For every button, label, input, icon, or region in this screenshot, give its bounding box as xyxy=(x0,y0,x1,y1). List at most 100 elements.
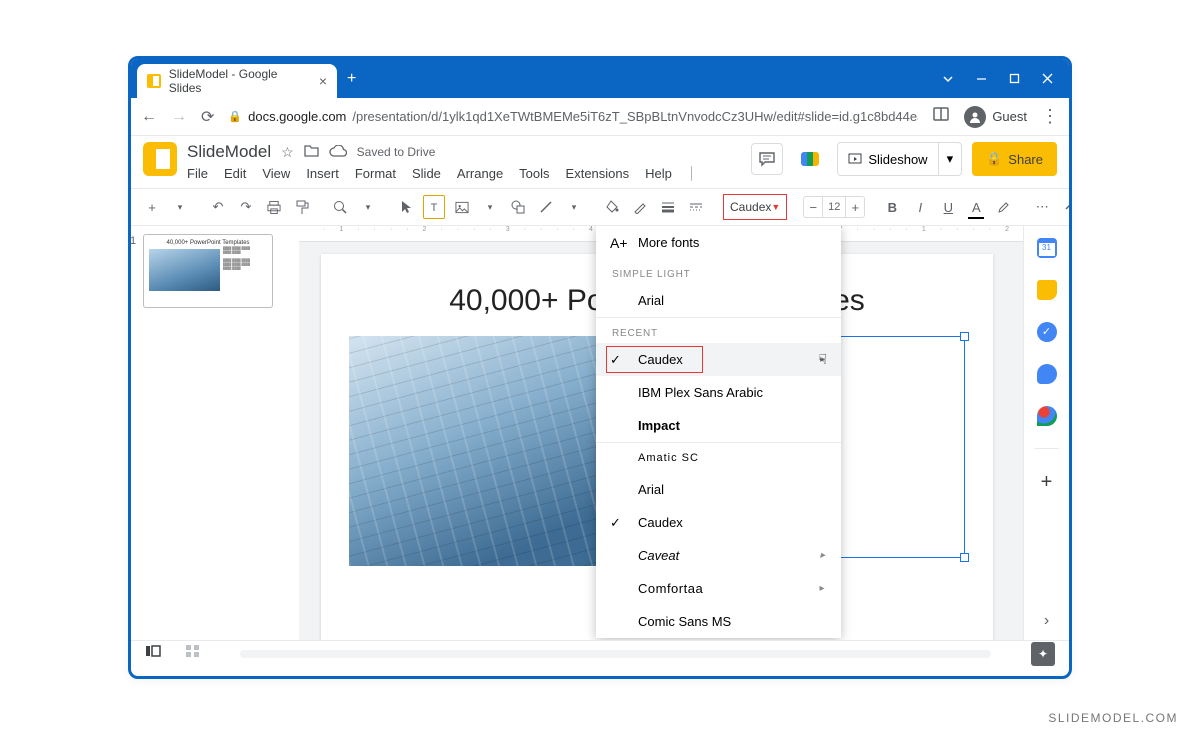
font-item-caudex-recent[interactable]: ✓Caudex▸☟ xyxy=(596,343,841,376)
close-window-icon[interactable] xyxy=(1042,73,1053,84)
text-color-icon[interactable]: A xyxy=(965,194,987,220)
thumbnail-panel[interactable]: 40,000+ PowerPoint Templates ████ ████ █… xyxy=(131,226,299,640)
submenu-arrow-icon: ▸ xyxy=(819,583,825,594)
maximize-icon[interactable] xyxy=(1009,73,1020,84)
menu-edit[interactable]: Edit xyxy=(224,166,246,182)
canvas[interactable]: ·1····2····3····4····5····6····7····1···… xyxy=(299,226,1023,640)
font-size-value[interactable]: 12 xyxy=(822,197,846,217)
more-fonts-item[interactable]: A+More fonts xyxy=(596,226,841,259)
new-tab-button[interactable]: + xyxy=(347,70,356,88)
textbox-icon[interactable]: T xyxy=(423,195,445,219)
select-icon[interactable] xyxy=(395,194,417,220)
calendar-icon[interactable] xyxy=(1037,238,1057,258)
explore-button[interactable] xyxy=(1031,642,1055,666)
line-dropdown[interactable]: ▾ xyxy=(563,194,585,220)
menu-view[interactable]: View xyxy=(262,166,290,182)
line-icon[interactable] xyxy=(535,194,557,220)
font-item-caveat[interactable]: Caveat▸ xyxy=(596,539,841,572)
font-size-stepper[interactable]: − 12 + xyxy=(803,196,865,218)
menu-overflow-icon[interactable]: ⏐ xyxy=(688,166,695,182)
contacts-icon[interactable] xyxy=(1037,364,1057,384)
font-select[interactable]: Caudex ▼ xyxy=(723,194,787,220)
print-icon[interactable] xyxy=(263,194,285,220)
font-item-impact-recent[interactable]: Impact xyxy=(596,409,841,442)
image-dropdown[interactable]: ▾ xyxy=(479,194,501,220)
addons-plus-icon[interactable]: + xyxy=(1041,471,1053,494)
image-icon[interactable] xyxy=(451,194,473,220)
paint-format-icon[interactable] xyxy=(291,194,313,220)
font-item-caudex[interactable]: ✓Caudex xyxy=(596,506,841,539)
font-size-plus[interactable]: + xyxy=(846,200,864,215)
font-item-comicsans[interactable]: Comic Sans MS xyxy=(596,605,841,638)
filmstrip-view-icon[interactable] xyxy=(145,644,161,663)
grid-view-icon[interactable] xyxy=(185,644,200,663)
slideshow-dropdown[interactable]: ▾ xyxy=(938,143,962,175)
menu-format[interactable]: Format xyxy=(355,166,396,182)
browser-menu-icon[interactable]: ⋮ xyxy=(1041,106,1059,127)
font-item-comfortaa[interactable]: Comfortaa▸ xyxy=(596,572,841,605)
keep-icon[interactable] xyxy=(1037,280,1057,300)
doc-title[interactable]: SlideModel xyxy=(187,142,271,162)
move-icon[interactable] xyxy=(304,144,319,160)
minimize-icon[interactable] xyxy=(976,73,987,84)
address-field[interactable]: 🔒 docs.google.com/presentation/d/1ylk1qd… xyxy=(228,109,918,124)
menu-extensions[interactable]: Extensions xyxy=(566,166,630,182)
highlight-color-icon[interactable] xyxy=(993,194,1015,220)
avatar-icon xyxy=(964,106,986,128)
font-item-amatic[interactable]: Amatic SC xyxy=(596,443,841,473)
shape-icon[interactable] xyxy=(507,194,529,220)
font-item-arial-theme[interactable]: Arial xyxy=(596,284,841,317)
forward-icon[interactable]: → xyxy=(171,108,187,126)
border-weight-icon[interactable] xyxy=(657,194,679,220)
menu-tools[interactable]: Tools xyxy=(519,166,549,182)
more-tools-icon[interactable]: ⋯ xyxy=(1031,194,1053,220)
browser-tab[interactable]: SlideModel - Google Slides × xyxy=(137,64,337,98)
browser-titlebar: SlideModel - Google Slides × + xyxy=(131,59,1069,98)
dropdown-arrow-icon: ▼ xyxy=(771,202,780,212)
slide-thumbnail[interactable]: 40,000+ PowerPoint Templates ████ ████ █… xyxy=(143,234,273,308)
fill-color-icon[interactable] xyxy=(601,194,623,220)
collapse-sidepanel-icon[interactable]: › xyxy=(1044,612,1049,630)
zoom-icon[interactable] xyxy=(329,194,351,220)
comments-icon[interactable] xyxy=(751,143,783,175)
zoom-dropdown[interactable]: ▾ xyxy=(357,194,379,220)
font-item-ibmplex-recent[interactable]: IBM Plex Sans Arabic xyxy=(596,376,841,409)
window-controls xyxy=(926,59,1069,98)
new-slide-dropdown[interactable]: ▾ xyxy=(169,194,191,220)
menu-file[interactable]: File xyxy=(187,166,208,182)
reading-list-icon[interactable] xyxy=(932,105,950,128)
maps-icon[interactable] xyxy=(1037,406,1057,426)
close-tab-icon[interactable]: × xyxy=(319,73,327,89)
menu-help[interactable]: Help xyxy=(645,166,672,182)
redo-icon[interactable]: ↷ xyxy=(235,194,257,220)
italic-button[interactable]: I xyxy=(909,194,931,220)
slides-logo[interactable] xyxy=(143,142,177,176)
share-button[interactable]: 🔒 Share xyxy=(972,142,1057,176)
cloud-icon[interactable] xyxy=(329,144,347,160)
star-icon[interactable]: ☆ xyxy=(281,144,294,161)
bold-button[interactable]: B xyxy=(881,194,903,220)
tasks-icon[interactable] xyxy=(1037,322,1057,342)
profile-chip[interactable]: Guest xyxy=(964,106,1027,128)
watermark: SLIDEMODEL.COM xyxy=(1048,711,1178,725)
collapse-toolbar-icon[interactable] xyxy=(1059,194,1069,220)
menu-arrange[interactable]: Arrange xyxy=(457,166,503,182)
underline-button[interactable]: U xyxy=(937,194,959,220)
new-slide-button[interactable]: + xyxy=(141,194,163,220)
font-size-minus[interactable]: − xyxy=(804,200,822,215)
check-icon: ✓ xyxy=(610,352,621,368)
slideshow-button[interactable]: Slideshow ▾ xyxy=(837,142,962,176)
menu-slide[interactable]: Slide xyxy=(412,166,441,182)
undo-icon[interactable]: ↶ xyxy=(207,194,229,220)
border-dash-icon[interactable] xyxy=(685,194,707,220)
horizontal-scrollbar[interactable] xyxy=(240,650,991,658)
slides-favicon xyxy=(147,74,161,88)
border-color-icon[interactable] xyxy=(629,194,651,220)
menu-insert[interactable]: Insert xyxy=(306,166,339,182)
font-item-arial[interactable]: Arial xyxy=(596,473,841,506)
meet-icon[interactable] xyxy=(793,142,827,176)
slideshow-label: Slideshow xyxy=(868,152,927,167)
back-icon[interactable]: ← xyxy=(141,108,157,126)
chevron-down-icon[interactable] xyxy=(942,73,954,85)
reload-icon[interactable]: ⟳ xyxy=(201,107,214,127)
